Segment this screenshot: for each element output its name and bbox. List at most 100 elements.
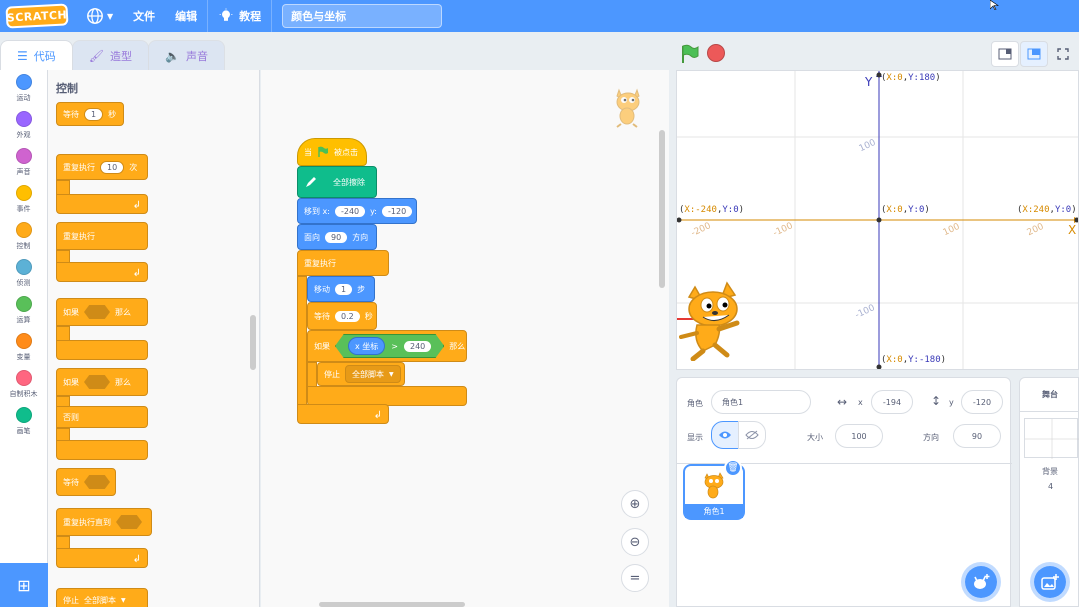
- then-label: 那么: [115, 307, 131, 317]
- sprite-thumbnail-name: 角色1: [685, 504, 743, 518]
- stop-option-dropdown[interactable]: 全部脚本: [84, 595, 116, 606]
- script-vertical-scrollbar[interactable]: [659, 130, 665, 288]
- category-item[interactable]: 运动: [0, 70, 47, 107]
- language-menu[interactable]: ▼: [76, 0, 123, 32]
- sprite-name-input[interactable]: 角色1: [711, 390, 811, 414]
- category-item[interactable]: 侦测: [0, 255, 47, 292]
- forever-block[interactable]: 重复执行: [297, 250, 389, 276]
- add-extension-button[interactable]: ⊞: [0, 563, 48, 607]
- steps-input[interactable]: 1: [335, 283, 353, 295]
- greater-than-operator[interactable]: x 坐标 > 240: [335, 334, 445, 358]
- if-else-block[interactable]: 如果 那么: [56, 368, 148, 396]
- category-item[interactable]: 外观: [0, 107, 47, 144]
- coord-x: X:0: [886, 73, 903, 83]
- compare-input[interactable]: 240: [403, 340, 432, 352]
- y-position-input[interactable]: -120: [961, 390, 1003, 414]
- menu-bar: SCRATCH ▼ 文件 编辑 教程 颜色与坐标: [0, 0, 1079, 32]
- script-area[interactable]: 当 被点击 全部擦除 移到 x: -240 y: -120 面向 90 方向 重…: [261, 70, 669, 607]
- wait-until-block[interactable]: 等待: [56, 468, 116, 496]
- stop-button[interactable]: [707, 44, 725, 62]
- condition-slot[interactable]: [116, 515, 142, 529]
- cat-sprite[interactable]: [676, 275, 761, 361]
- y-input[interactable]: -120: [382, 205, 413, 217]
- sprite-pane: 角色 角色1 ↔ x -194 ↕ y -120 显示 大小 100 方向 90: [676, 377, 1012, 607]
- scratch-logo[interactable]: SCRATCH: [5, 3, 69, 29]
- x-position-reporter[interactable]: x 坐标: [348, 337, 386, 355]
- small-stage-button[interactable]: [991, 41, 1019, 67]
- category-label: 运算: [16, 316, 31, 324]
- category-item[interactable]: 控制: [0, 218, 47, 255]
- category-item[interactable]: 声音: [0, 144, 47, 181]
- wait-input[interactable]: 1: [84, 107, 104, 121]
- palette-section-title: 控制: [56, 82, 78, 95]
- stage-selector-pane[interactable]: 舞台 背景 4: [1019, 377, 1079, 607]
- zoom-reset-button[interactable]: =: [621, 564, 649, 592]
- move-steps-block[interactable]: 移动 1 步: [307, 276, 375, 302]
- delete-sprite-button[interactable]: 🗑: [724, 459, 742, 477]
- tab-costumes-label: 造型: [110, 49, 132, 63]
- forever-block[interactable]: 重复执行: [56, 222, 148, 250]
- small-stage-icon: [998, 48, 1012, 60]
- stop-block[interactable]: 停止 全部脚本 ▼: [56, 588, 148, 607]
- wait-block[interactable]: 等待 1 秒: [56, 102, 124, 126]
- y-axis-label: Y: [865, 75, 873, 89]
- repeat-until-block[interactable]: 重复执行直到: [56, 508, 152, 536]
- stop-all-block[interactable]: 停止 全部脚本 ▼: [317, 362, 405, 386]
- stop-label: 停止: [324, 369, 340, 379]
- fullscreen-button[interactable]: [1049, 41, 1077, 67]
- repeat-unit: 次: [129, 162, 138, 172]
- wait-seconds-block[interactable]: 等待 0.2 秒: [307, 302, 377, 330]
- tab-costumes[interactable]: 🖌 造型: [71, 40, 149, 70]
- add-sprite-button[interactable]: [961, 562, 1001, 602]
- stage-thumbnail[interactable]: [1024, 418, 1079, 459]
- if-then-block[interactable]: 如果 那么: [56, 298, 148, 326]
- direction-input[interactable]: 90: [953, 424, 1001, 448]
- project-title-input[interactable]: 颜色与坐标: [282, 4, 443, 28]
- script-horizontal-scrollbar[interactable]: [319, 602, 465, 607]
- if-else-block-foot: [56, 440, 148, 460]
- zoom-in-button[interactable]: ⊕: [621, 490, 649, 518]
- tab-sounds[interactable]: 🔈 声音: [148, 40, 225, 70]
- hide-sprite-button[interactable]: [738, 421, 766, 449]
- condition-slot[interactable]: [84, 375, 110, 389]
- coord-left: (X:-240,Y:0): [679, 205, 745, 215]
- size-input[interactable]: 100: [835, 424, 883, 448]
- file-menu[interactable]: 文件: [123, 0, 165, 32]
- seconds-input[interactable]: 0.2: [335, 310, 360, 322]
- pen-clear-block[interactable]: 全部擦除: [297, 166, 377, 198]
- category-item[interactable]: 画笔: [0, 403, 47, 440]
- if-then-block[interactable]: 如果 x 坐标 > 240 那么: [307, 330, 467, 362]
- direction-unit: 方向: [352, 232, 369, 242]
- coord-bottom: (X:0,Y:-180): [881, 355, 947, 365]
- large-stage-button[interactable]: [1020, 41, 1048, 67]
- category-item[interactable]: 自制积木: [0, 366, 47, 403]
- zoom-out-button[interactable]: ⊖: [621, 528, 649, 556]
- stop-option-dropdown[interactable]: 全部脚本 ▼: [345, 365, 401, 383]
- when-flag-clicked-block[interactable]: 当 被点击: [297, 138, 367, 166]
- clicked-label: 被点击: [334, 147, 358, 157]
- show-sprite-button[interactable]: [711, 421, 739, 449]
- category-item[interactable]: 事件: [0, 181, 47, 218]
- x-input[interactable]: -240: [334, 205, 366, 217]
- repeat-block[interactable]: 重复执行 10 次: [56, 154, 148, 180]
- lightbulb-icon: [219, 8, 233, 21]
- repeat-input[interactable]: 10: [100, 160, 125, 174]
- direction-input[interactable]: 90: [325, 231, 348, 243]
- x-position-input[interactable]: -194: [871, 390, 913, 414]
- category-item[interactable]: 运算: [0, 292, 47, 329]
- green-flag-button[interactable]: [680, 44, 700, 64]
- forever-block-foot: ↲: [56, 262, 148, 282]
- eye-icon: [719, 431, 731, 439]
- tab-code[interactable]: ☰ 代码: [0, 40, 73, 70]
- condition-slot[interactable]: [84, 475, 110, 489]
- category-item[interactable]: 变量: [0, 329, 47, 366]
- add-backdrop-button[interactable]: [1030, 562, 1070, 602]
- point-in-direction-block[interactable]: 面向 90 方向: [297, 224, 377, 250]
- palette-scrollbar[interactable]: [250, 315, 256, 370]
- edit-menu[interactable]: 编辑: [165, 0, 207, 32]
- tutorials-menu[interactable]: 教程: [208, 0, 271, 32]
- category-color-icon: [15, 185, 32, 201]
- stage-canvas[interactable]: Y X (X:0,Y:180) (X:0,Y:0) (X:-240,Y:0) (…: [676, 70, 1079, 370]
- go-to-xy-block[interactable]: 移到 x: -240 y: -120: [297, 198, 417, 224]
- condition-slot[interactable]: [84, 305, 110, 319]
